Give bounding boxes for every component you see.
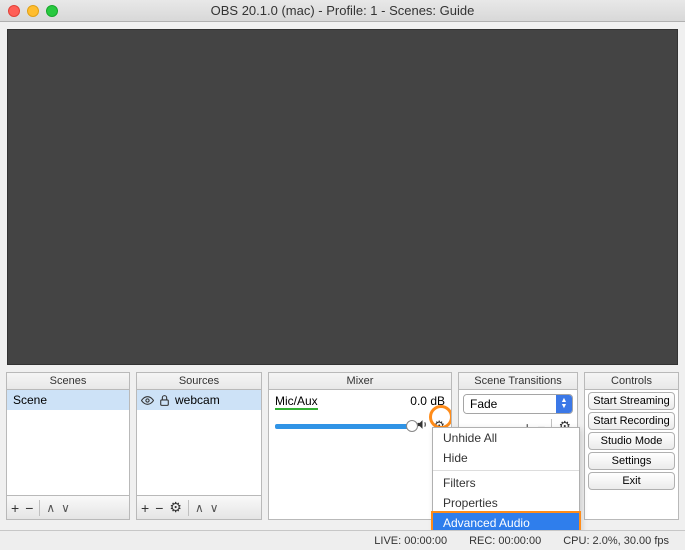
controls-header: Controls: [585, 373, 678, 390]
transition-selected-value: Fade: [464, 395, 556, 413]
move-scene-up-icon[interactable]: ∧: [46, 501, 55, 515]
remove-source-icon[interactable]: −: [155, 500, 163, 516]
start-streaming-button[interactable]: Start Streaming: [588, 392, 675, 410]
mixer-channel-name: Mic/Aux: [275, 394, 318, 410]
scene-item[interactable]: Scene: [7, 390, 129, 410]
scenes-header: Scenes: [7, 373, 129, 390]
preview-area[interactable]: [7, 29, 678, 365]
controls-panel: Controls Start Streaming Start Recording…: [584, 372, 679, 520]
menu-separator: [433, 470, 579, 471]
transitions-header: Scene Transitions: [459, 373, 577, 390]
add-scene-icon[interactable]: +: [11, 500, 19, 516]
status-cpu: CPU: 2.0%, 30.00 fps: [563, 535, 669, 547]
scenes-list[interactable]: Scene: [7, 390, 129, 495]
titlebar: OBS 20.1.0 (mac) - Profile: 1 - Scenes: …: [0, 0, 685, 22]
sources-list[interactable]: webcam: [137, 390, 261, 495]
menu-filters[interactable]: Filters: [433, 473, 579, 493]
mixer-panel: Mixer Mic/Aux 0.0 dB ⚙: [268, 372, 452, 520]
lock-icon[interactable]: [158, 394, 171, 407]
minimize-icon[interactable]: [27, 5, 39, 17]
menu-unhide-all[interactable]: Unhide All: [433, 428, 579, 448]
speaker-icon[interactable]: [416, 418, 429, 434]
sources-footer: + − ⚙ ∧ ∨: [137, 495, 261, 519]
add-source-icon[interactable]: +: [141, 500, 149, 516]
mixer-header: Mixer: [269, 373, 451, 390]
separator: [39, 500, 40, 516]
settings-button[interactable]: Settings: [588, 452, 675, 470]
source-settings-icon[interactable]: ⚙: [169, 499, 182, 516]
move-source-down-icon[interactable]: ∨: [210, 501, 219, 515]
volume-track[interactable]: [275, 424, 412, 429]
transition-select[interactable]: Fade ▲▼: [463, 394, 573, 414]
menu-hide[interactable]: Hide: [433, 448, 579, 468]
mixer-volume-slider[interactable]: ⚙: [275, 418, 445, 434]
mixer-body: Mic/Aux 0.0 dB ⚙: [269, 390, 451, 519]
remove-scene-icon[interactable]: −: [25, 500, 33, 516]
start-recording-button[interactable]: Start Recording: [588, 412, 675, 430]
source-label: webcam: [175, 393, 220, 407]
controls-body: Start Streaming Start Recording Studio M…: [585, 390, 678, 519]
separator: [188, 500, 189, 516]
scenes-panel: Scenes Scene + − ∧ ∨: [6, 372, 130, 520]
maximize-icon[interactable]: [46, 5, 58, 17]
sources-header: Sources: [137, 373, 261, 390]
mixer-channel-level: 0.0 dB: [410, 394, 445, 410]
move-scene-down-icon[interactable]: ∨: [61, 501, 70, 515]
close-icon[interactable]: [8, 5, 20, 17]
window-traffic-lights: [8, 5, 58, 17]
statusbar: LIVE: 00:00:00 REC: 00:00:00 CPU: 2.0%, …: [0, 530, 685, 550]
window-title: OBS 20.1.0 (mac) - Profile: 1 - Scenes: …: [8, 3, 677, 18]
exit-button[interactable]: Exit: [588, 472, 675, 490]
scenes-footer: + − ∧ ∨: [7, 495, 129, 519]
status-rec: REC: 00:00:00: [469, 535, 541, 547]
eye-icon[interactable]: [141, 394, 154, 407]
studio-mode-button[interactable]: Studio Mode: [588, 432, 675, 450]
select-arrows-icon: ▲▼: [556, 395, 572, 413]
menu-properties[interactable]: Properties: [433, 493, 579, 513]
volume-thumb[interactable]: [406, 420, 418, 432]
source-item[interactable]: webcam: [137, 390, 261, 410]
move-source-up-icon[interactable]: ∧: [195, 501, 204, 515]
sources-panel: Sources webcam + − ⚙ ∧ ∨: [136, 372, 262, 520]
status-live: LIVE: 00:00:00: [374, 535, 447, 547]
